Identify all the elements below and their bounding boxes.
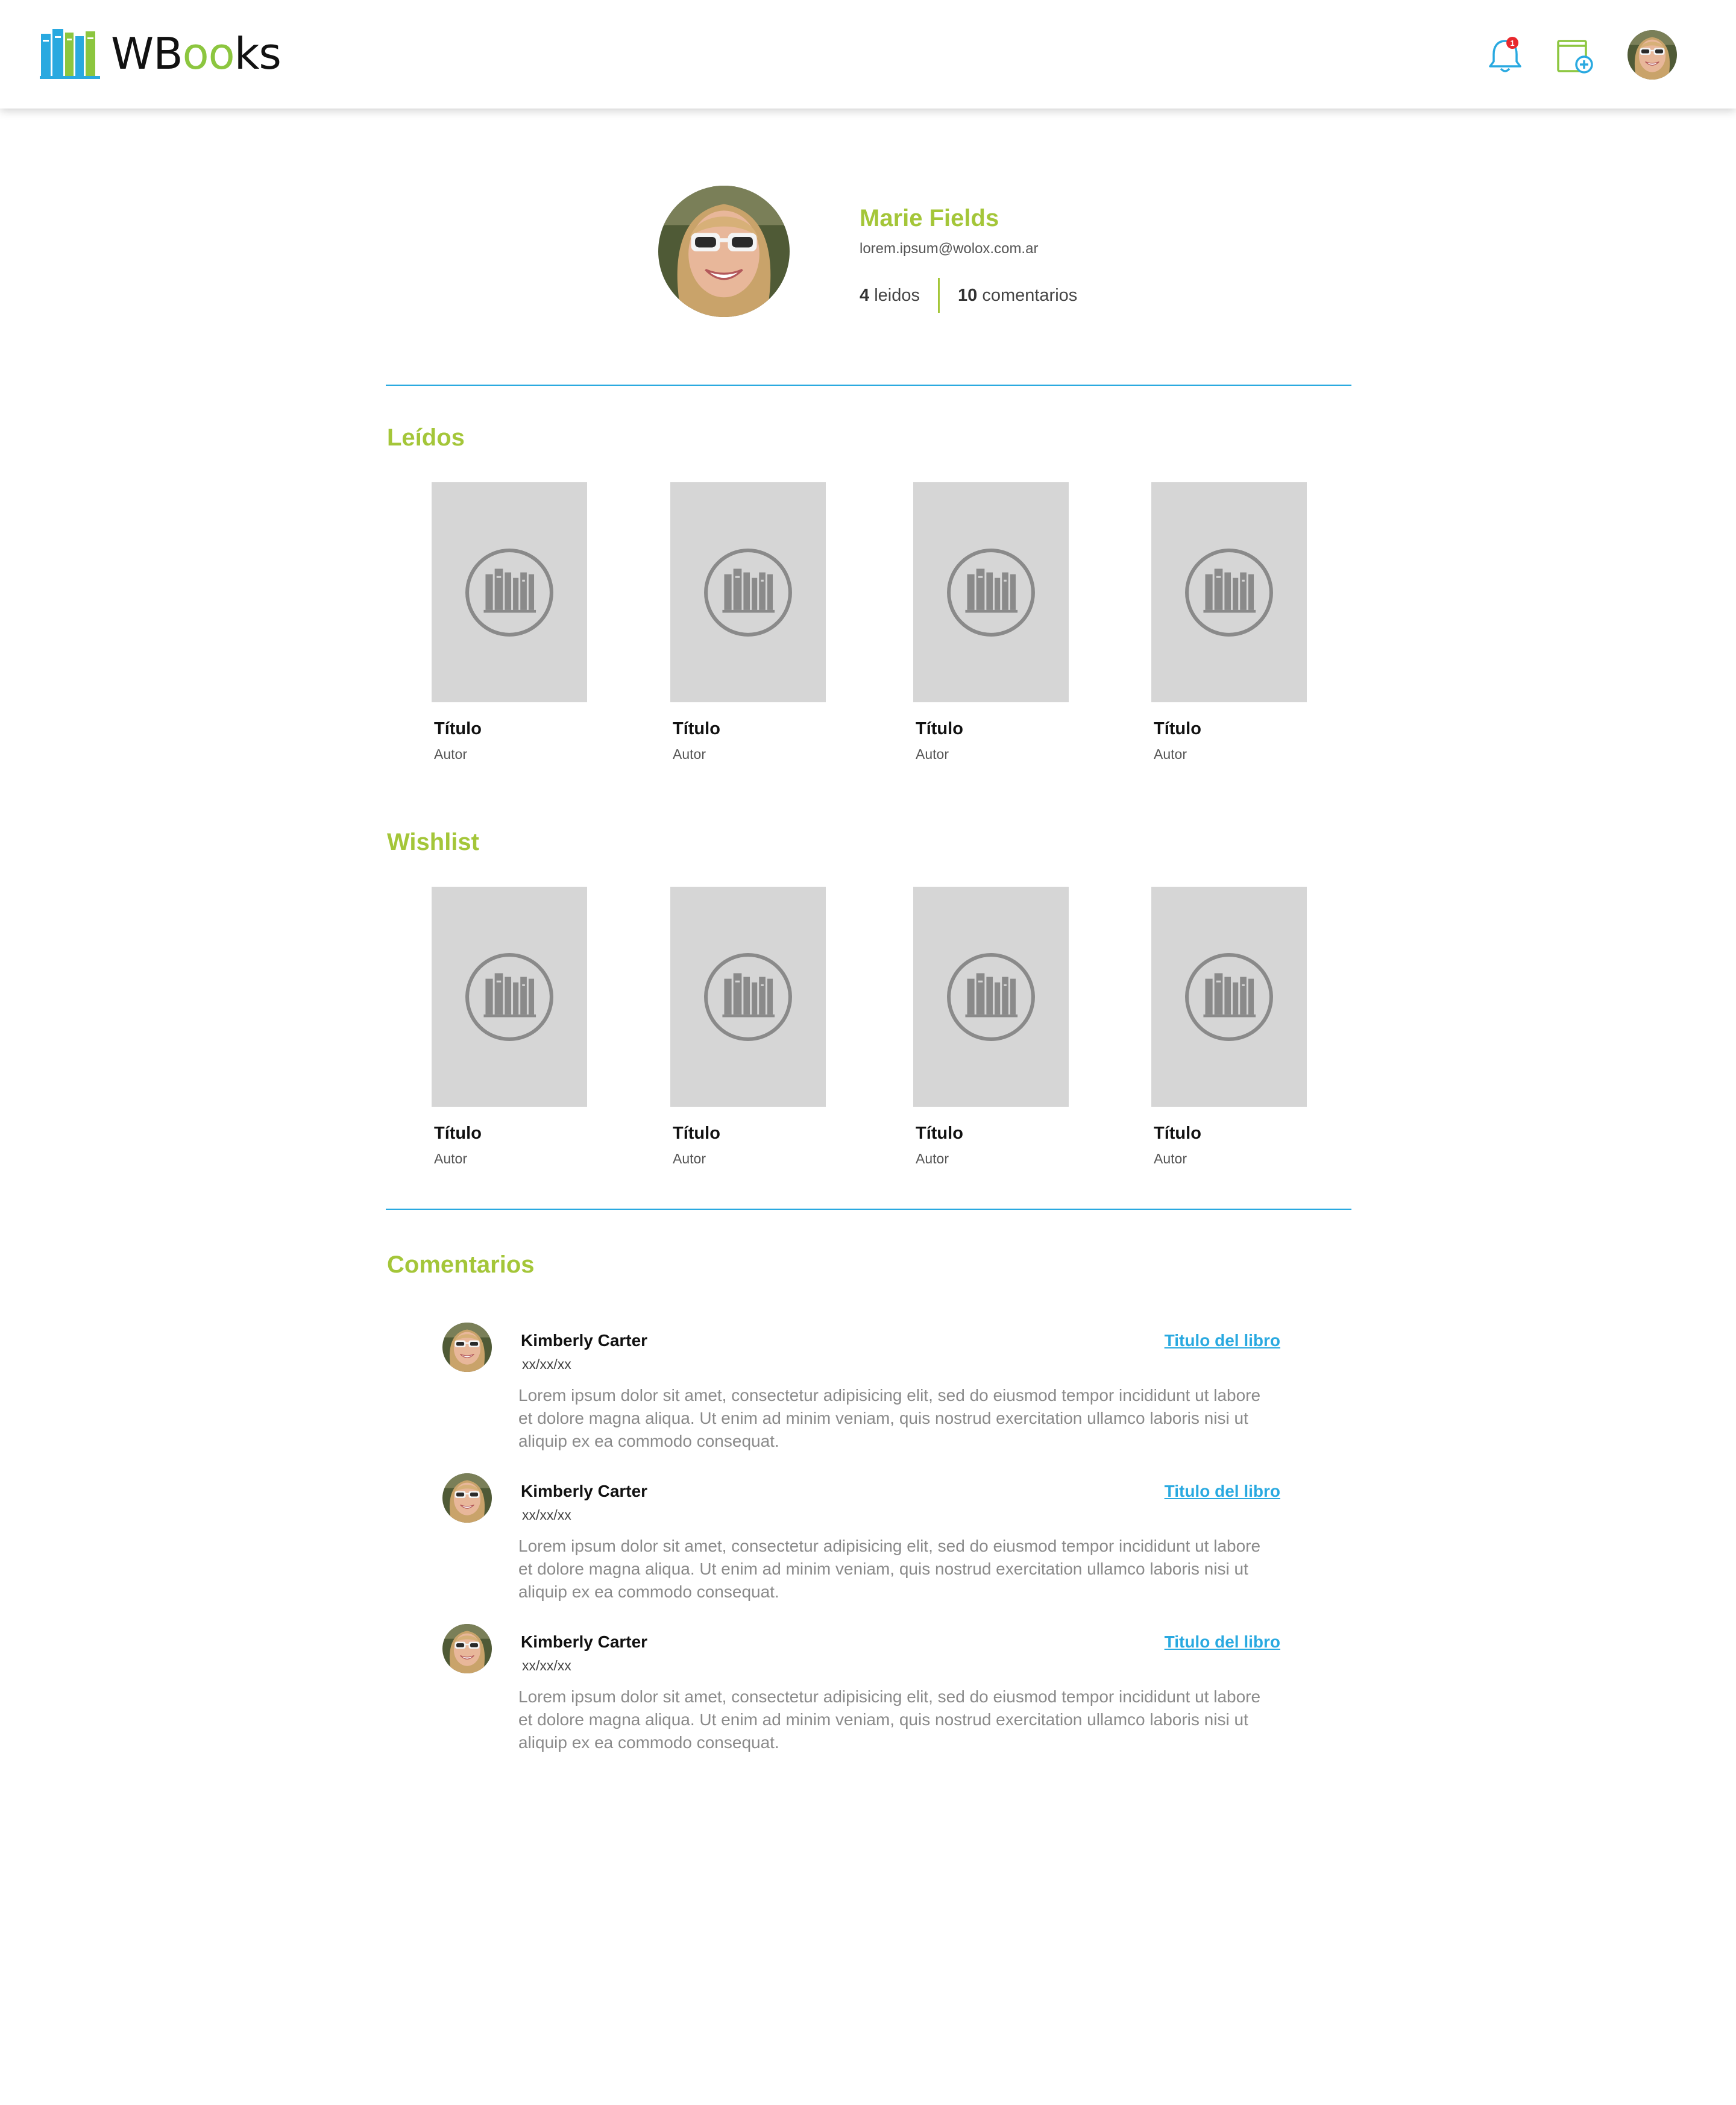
books-placeholder-icon: [464, 547, 555, 638]
books-placeholder-icon: [945, 951, 1037, 1043]
books-placeholder-icon: [702, 951, 794, 1043]
comments-count-label: comentarios: [982, 285, 1078, 305]
books-placeholder-icon: [1183, 951, 1275, 1043]
read-count-stat: 4 leidos: [860, 286, 920, 306]
books-placeholder-icon: [702, 547, 794, 638]
book-author: Autor: [1154, 746, 1187, 762]
user-menu-avatar[interactable]: [1628, 30, 1677, 80]
stats-divider: [937, 278, 940, 313]
book-cover[interactable]: [1151, 887, 1307, 1107]
comment-date: xx/xx/xx: [522, 1356, 571, 1372]
profile-email: lorem.ipsum@wolox.com.ar: [860, 241, 1039, 257]
bell-icon: 1: [1489, 37, 1521, 72]
brand-name-highlight: oo: [182, 28, 235, 79]
book-cover[interactable]: [432, 887, 587, 1107]
comment-book-link[interactable]: Titulo del libro: [1165, 1632, 1280, 1652]
profile-stats: 4 leidos 10 comentarios: [860, 277, 1077, 313]
book-author: Autor: [434, 1151, 467, 1166]
book-title: Título: [1154, 1124, 1201, 1143]
wbooks-logo[interactable]: WBooks: [40, 28, 281, 80]
add-book-icon: [1557, 40, 1593, 74]
book-cover[interactable]: [432, 482, 587, 702]
wishlist-book-card[interactable]: Título Autor: [913, 887, 1069, 1167]
read-book-card[interactable]: Título Autor: [432, 482, 587, 763]
read-count: 4: [860, 285, 870, 305]
book-title: Título: [434, 719, 482, 738]
top-navbar: WBooks 1: [0, 0, 1736, 109]
comment-author[interactable]: Kimberly Carter: [521, 1482, 647, 1501]
section-divider: [386, 385, 1351, 386]
book-title: Título: [916, 719, 963, 738]
book-title: Título: [1154, 719, 1201, 738]
wishlist-book-card[interactable]: Título Autor: [1151, 887, 1307, 1167]
wishlist-section-title: Wishlist: [387, 829, 479, 855]
book-title: Título: [916, 1124, 963, 1143]
book-cover[interactable]: [1151, 482, 1307, 702]
book-cover[interactable]: [913, 482, 1069, 702]
wishlist-book-card[interactable]: Título Autor: [670, 887, 826, 1167]
book-title: Título: [673, 719, 720, 738]
comments-section-title: Comentarios: [387, 1251, 535, 1278]
comment-avatar[interactable]: [442, 1624, 492, 1673]
books-placeholder-icon: [1183, 547, 1275, 638]
comment-date: xx/xx/xx: [522, 1658, 571, 1673]
brand-name-suffix: ks: [234, 28, 281, 79]
book-author: Autor: [434, 746, 467, 762]
comment-book-link[interactable]: Titulo del libro: [1165, 1482, 1280, 1501]
read-book-card[interactable]: Título Autor: [670, 482, 826, 763]
comment-text: Lorem ipsum dolor sit amet, consectetur …: [518, 1687, 1261, 1752]
book-author: Autor: [673, 1151, 706, 1166]
brand-name: WBooks: [111, 28, 281, 80]
book-author: Autor: [1154, 1151, 1187, 1166]
book-author: Autor: [673, 746, 706, 762]
comment-book-link[interactable]: Titulo del libro: [1165, 1331, 1280, 1350]
book-author: Autor: [916, 746, 949, 762]
comment-avatar[interactable]: [442, 1473, 492, 1523]
brand-name-prefix: WB: [111, 28, 183, 79]
book-cover[interactable]: [913, 887, 1069, 1107]
books-placeholder-icon: [464, 951, 555, 1043]
section-divider: [386, 1209, 1351, 1210]
book-cover[interactable]: [670, 482, 826, 702]
books-logo-icon: [40, 29, 100, 79]
books-placeholder-icon: [945, 547, 1037, 638]
book-title: Título: [673, 1124, 720, 1143]
notifications-button[interactable]: 1: [1484, 35, 1526, 77]
read-book-card[interactable]: Título Autor: [913, 482, 1069, 763]
add-book-button[interactable]: [1554, 35, 1596, 77]
read-section-title: Leídos: [387, 424, 465, 451]
comment-text: Lorem ipsum dolor sit amet, consectetur …: [518, 1537, 1261, 1601]
read-book-card[interactable]: Título Autor: [1151, 482, 1307, 763]
wishlist-book-card[interactable]: Título Autor: [432, 887, 587, 1167]
comment-author[interactable]: Kimberly Carter: [521, 1331, 647, 1350]
notification-count: 1: [1510, 39, 1514, 48]
comment-author[interactable]: Kimberly Carter: [521, 1632, 647, 1652]
profile-avatar: [658, 186, 790, 317]
book-cover[interactable]: [670, 887, 826, 1107]
read-count-label: leidos: [874, 285, 920, 305]
profile-name: Marie Fields: [860, 205, 999, 231]
book-title: Título: [434, 1124, 482, 1143]
comment-date: xx/xx/xx: [522, 1507, 571, 1523]
comment-avatar[interactable]: [442, 1323, 492, 1372]
book-author: Autor: [916, 1151, 949, 1166]
comments-count: 10: [957, 285, 978, 305]
comments-count-stat: 10 comentarios: [958, 286, 1077, 306]
comment-text: Lorem ipsum dolor sit amet, consectetur …: [518, 1386, 1261, 1450]
